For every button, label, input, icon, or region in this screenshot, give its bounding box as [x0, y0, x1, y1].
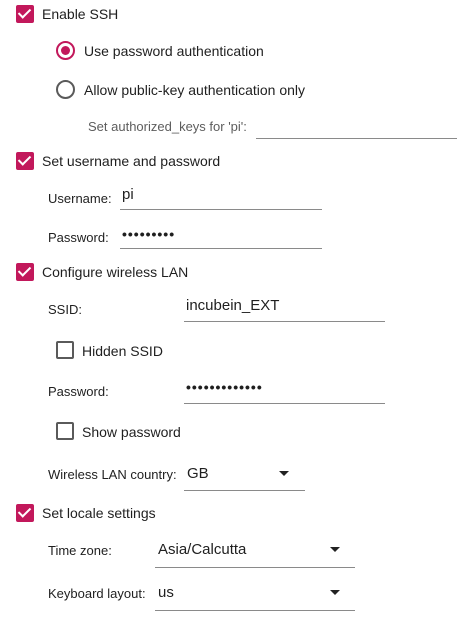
timezone-label: Time zone: [48, 543, 112, 558]
wifi-country-value: GB [187, 465, 209, 482]
username-value: pi [122, 186, 134, 203]
wifi-country-select[interactable] [184, 490, 305, 491]
ssid-label: SSID: [48, 302, 82, 317]
ssid-input[interactable] [184, 321, 385, 322]
chevron-down-icon[interactable] [330, 547, 340, 552]
user-password-value: ••••••••• [122, 226, 176, 242]
wifi-country-label: Wireless LAN country: [48, 467, 177, 482]
user-password-input[interactable] [120, 248, 322, 249]
show-password-checkbox[interactable] [56, 422, 74, 440]
authorized-keys-label: Set authorized_keys for 'pi': [88, 119, 247, 134]
timezone-value: Asia/Calcutta [158, 541, 247, 558]
chevron-down-icon[interactable] [279, 471, 289, 476]
pubkey-only-label: Allow public-key authentication only [84, 82, 306, 98]
pubkey-only-radio[interactable] [56, 80, 75, 99]
configure-wifi-label: Configure wireless LAN [42, 264, 189, 280]
authorized-keys-input[interactable] [256, 138, 457, 139]
enable-ssh-label: Enable SSH [42, 6, 119, 22]
password-auth-label: Use password authentication [84, 43, 264, 59]
username-input[interactable] [120, 209, 322, 210]
enable-ssh-checkbox[interactable] [16, 5, 34, 23]
set-locale-checkbox[interactable] [16, 504, 34, 522]
wifi-password-value: ••••••••••••• [186, 379, 263, 395]
keyboard-label: Keyboard layout: [48, 586, 146, 601]
timezone-select[interactable] [155, 567, 355, 568]
user-password-label: Password: [48, 230, 109, 245]
hidden-ssid-label: Hidden SSID [82, 343, 163, 359]
username-label: Username: [48, 191, 112, 206]
keyboard-select[interactable] [155, 610, 355, 611]
show-password-label: Show password [82, 424, 181, 440]
hidden-ssid-checkbox[interactable] [56, 341, 74, 359]
set-user-checkbox[interactable] [16, 152, 34, 170]
wifi-password-input[interactable] [184, 403, 385, 404]
set-user-label: Set username and password [42, 153, 221, 169]
set-locale-label: Set locale settings [42, 505, 156, 521]
keyboard-value: us [158, 584, 174, 601]
ssid-value: incubein_EXT [186, 297, 280, 314]
chevron-down-icon[interactable] [330, 590, 340, 595]
wifi-password-label: Password: [48, 384, 109, 399]
configure-wifi-checkbox[interactable] [16, 263, 34, 281]
password-auth-radio[interactable] [56, 41, 75, 60]
